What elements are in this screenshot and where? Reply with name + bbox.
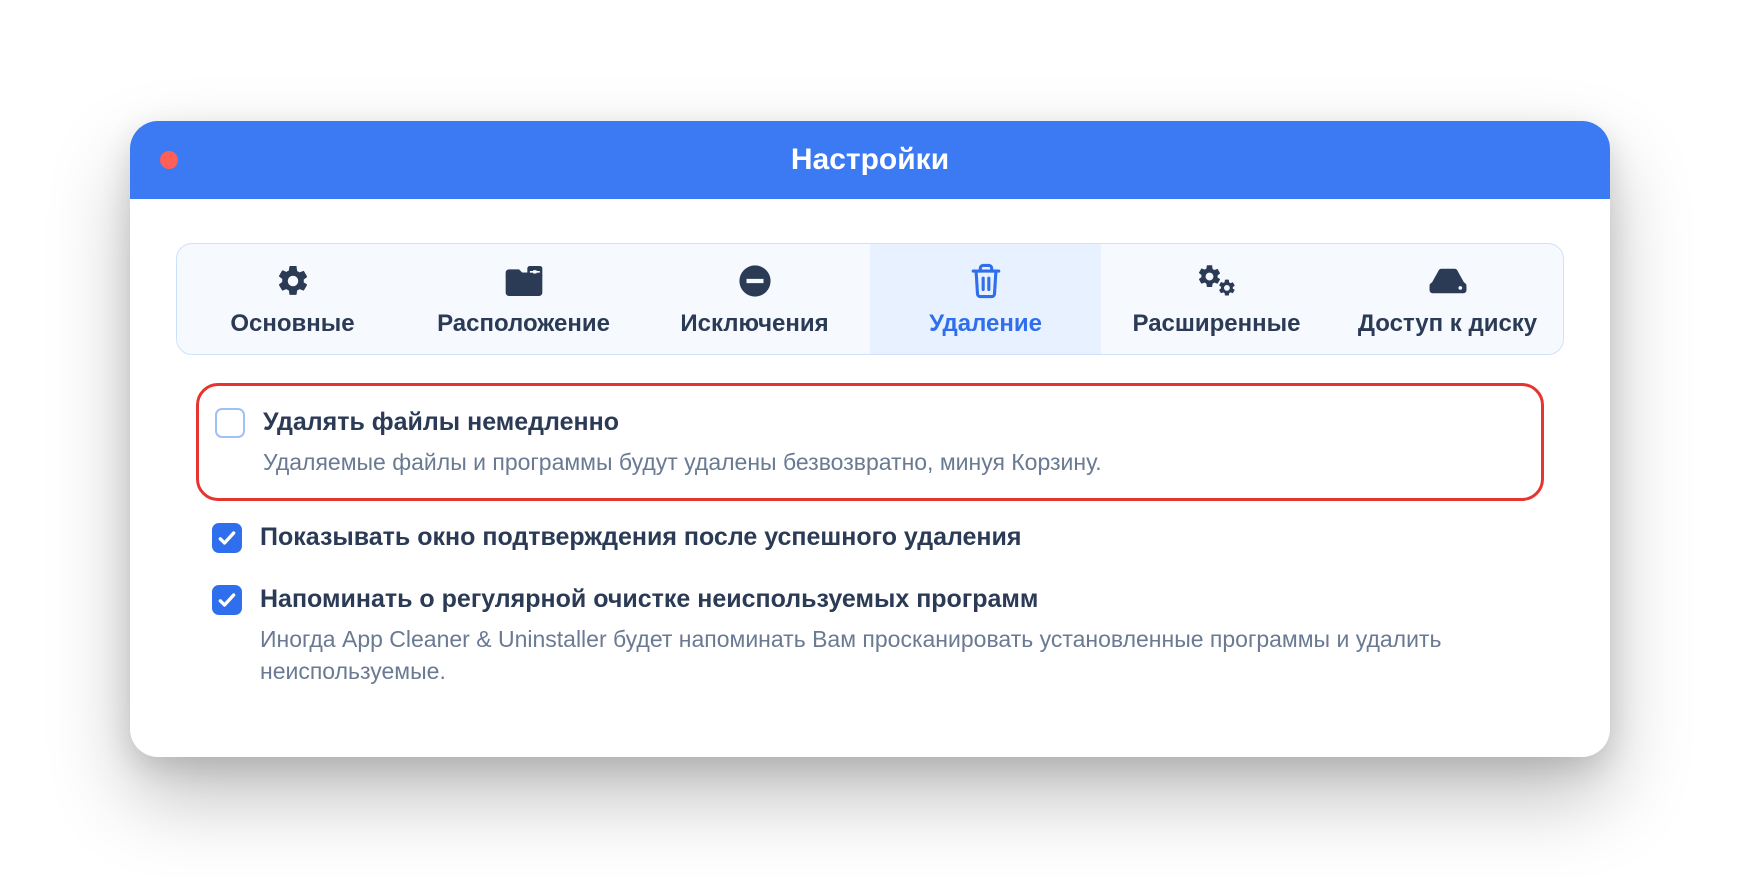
tab-label: Исключения xyxy=(680,310,828,338)
option-title: Показывать окно подтверждения после успе… xyxy=(260,521,1528,555)
gears-icon xyxy=(1196,262,1238,300)
tab-label: Расширенные xyxy=(1133,310,1301,338)
option-show-confirmation: Показывать окно подтверждения после успе… xyxy=(196,507,1544,569)
tab-label: Удаление xyxy=(929,310,1042,338)
minus-icon xyxy=(738,262,772,300)
gear-icon xyxy=(275,262,311,300)
content-area: Основные Расположение Исключения Удалени… xyxy=(130,199,1610,757)
options-list: Удалять файлы немедленно Удаляемые файлы… xyxy=(176,383,1564,701)
checkbox-remind-cleanup[interactable] xyxy=(212,585,242,615)
option-title: Удалять файлы немедленно xyxy=(263,406,1525,440)
tab-deletion[interactable]: Удаление xyxy=(870,244,1101,354)
titlebar: Настройки xyxy=(130,121,1610,199)
option-text: Удалять файлы немедленно Удаляемые файлы… xyxy=(263,406,1525,478)
tab-label: Основные xyxy=(230,310,354,338)
option-description: Иногда App Cleaner & Uninstaller будет н… xyxy=(260,623,1528,687)
tab-general[interactable]: Основные xyxy=(177,244,408,354)
checkbox-delete-immediately[interactable] xyxy=(215,408,245,438)
tab-label: Расположение xyxy=(437,310,610,338)
option-description: Удаляемые файлы и программы будут удален… xyxy=(263,446,1525,478)
option-delete-immediately: Удалять файлы немедленно Удаляемые файлы… xyxy=(196,383,1544,501)
tabbar: Основные Расположение Исключения Удалени… xyxy=(176,243,1564,355)
close-window-button[interactable] xyxy=(160,151,178,169)
tab-label: Доступ к диску xyxy=(1358,310,1537,338)
option-remind-cleanup: Напоминать о регулярной очистке неисполь… xyxy=(196,569,1544,701)
option-title: Напоминать о регулярной очистке неисполь… xyxy=(260,583,1528,617)
tab-exclusions[interactable]: Исключения xyxy=(639,244,870,354)
settings-window: Настройки Основные Расположение Исключ xyxy=(130,121,1610,757)
window-title: Настройки xyxy=(791,143,949,177)
disk-icon xyxy=(1428,262,1468,300)
tab-disk-access[interactable]: Доступ к диску xyxy=(1332,244,1563,354)
checkbox-show-confirmation[interactable] xyxy=(212,523,242,553)
tab-location[interactable]: Расположение xyxy=(408,244,639,354)
option-text: Напоминать о регулярной очистке неисполь… xyxy=(260,583,1528,687)
folder-icon xyxy=(504,262,544,300)
option-text: Показывать окно подтверждения после успе… xyxy=(260,521,1528,555)
tab-advanced[interactable]: Расширенные xyxy=(1101,244,1332,354)
trash-icon xyxy=(969,262,1003,300)
